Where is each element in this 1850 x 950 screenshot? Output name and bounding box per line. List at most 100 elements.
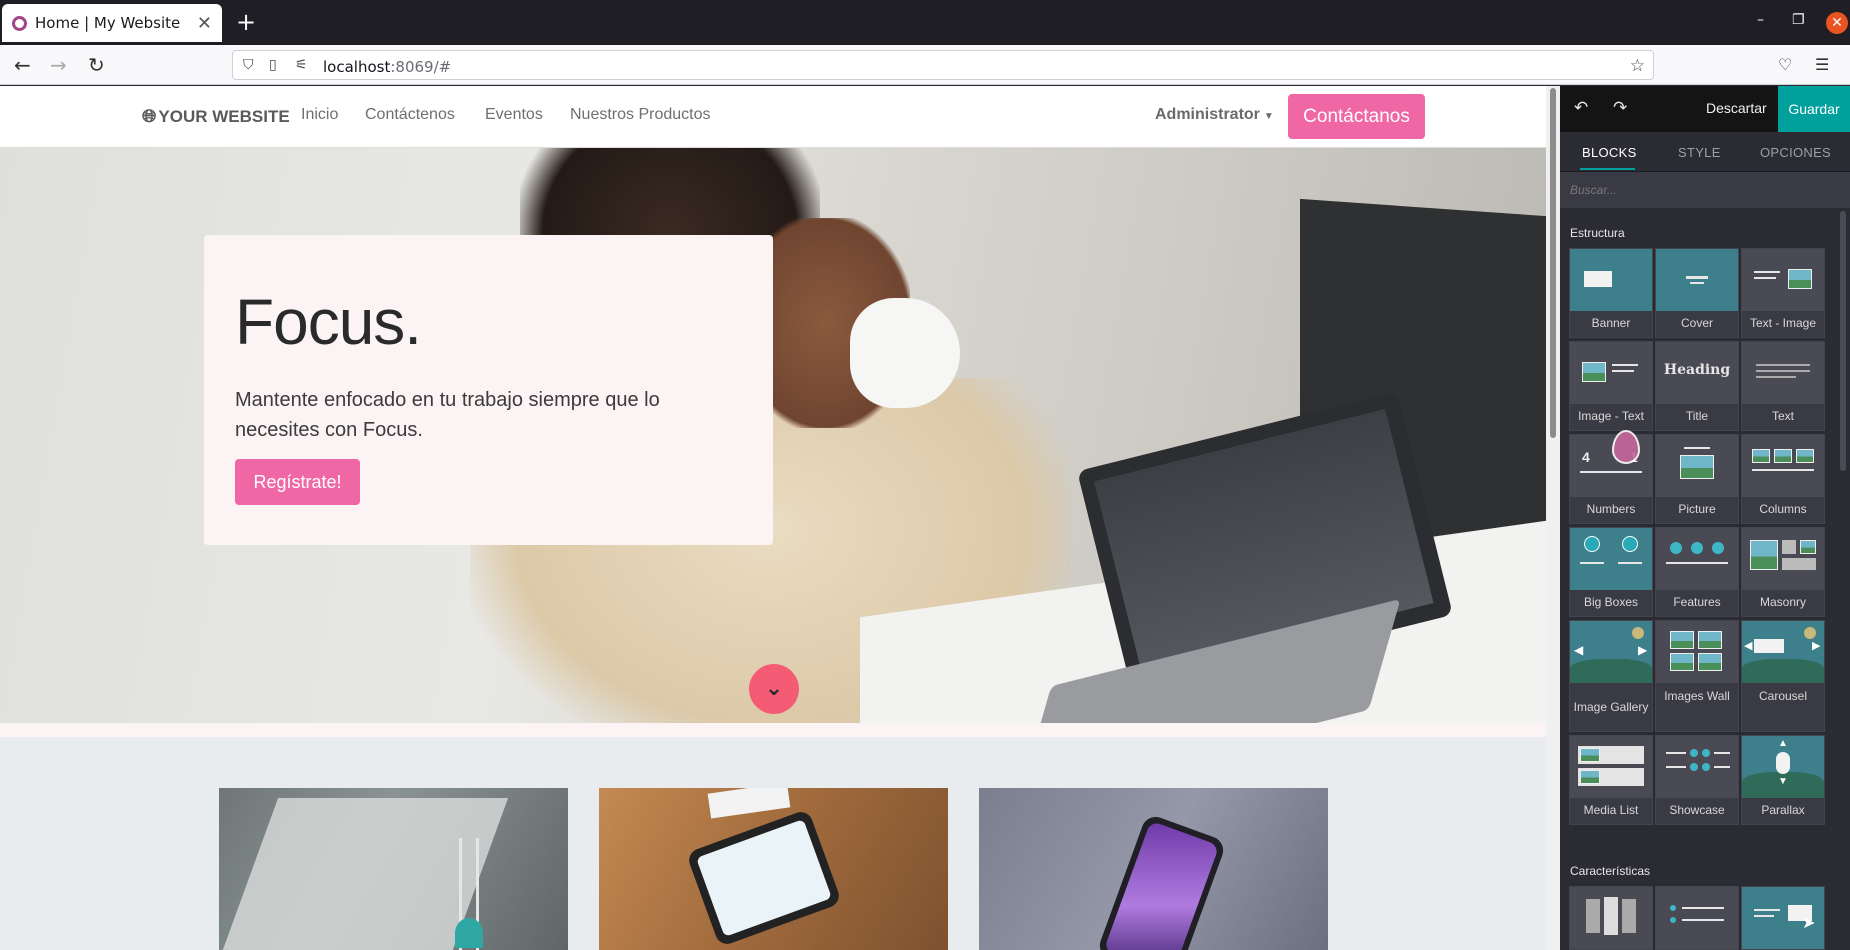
page-info-icon[interactable]: ▯ bbox=[269, 57, 277, 73]
up-arrow-icon: ▲ bbox=[1778, 738, 1788, 749]
picture-thumb-img bbox=[1680, 455, 1714, 479]
block-text[interactable]: Text bbox=[1741, 341, 1825, 431]
big-boxes-thumb-line bbox=[1580, 562, 1604, 564]
hero-title[interactable]: Focus. bbox=[235, 285, 422, 359]
block-label: Columns bbox=[1759, 502, 1807, 516]
block-images-wall[interactable]: Images Wall bbox=[1655, 620, 1739, 732]
block-features[interactable]: Features bbox=[1655, 527, 1739, 617]
odoo-favicon-icon bbox=[12, 15, 27, 31]
block-banner[interactable]: Banner bbox=[1569, 248, 1653, 338]
site-logo[interactable]: 🌐︎ YOUR WEBSITE bbox=[142, 106, 290, 127]
minimize-icon[interactable]: – bbox=[1757, 12, 1764, 28]
menu-item-nuestros-productos[interactable]: Nuestros Productos bbox=[570, 106, 711, 124]
features-block-thumb-line bbox=[1682, 907, 1724, 909]
columns-thumb-img bbox=[1774, 449, 1792, 463]
block-image-gallery[interactable]: ◀ ▶ Image Gallery bbox=[1569, 620, 1653, 732]
editor-scrollbar[interactable] bbox=[1840, 211, 1846, 471]
block-features-1[interactable] bbox=[1569, 886, 1653, 950]
shield-icon[interactable]: ⛉ bbox=[243, 57, 254, 73]
website-scrollbar-thumb[interactable] bbox=[1550, 88, 1556, 438]
menu-item-inicio[interactable]: Inicio bbox=[301, 106, 338, 124]
card-image-hourglass[interactable] bbox=[219, 788, 568, 950]
redo-icon[interactable]: ↷ bbox=[1613, 98, 1627, 118]
block-media-list[interactable]: Media List bbox=[1569, 735, 1653, 825]
columns-thumbnail bbox=[1742, 435, 1824, 497]
back-arrow-icon[interactable]: ← bbox=[14, 53, 31, 77]
browser-navigation-bar: ← → ↻ ⛉ ▯ ⚟ localhost:8069/# ☆ ♡ ☰ bbox=[0, 45, 1850, 85]
hero-text[interactable]: Mantente enfocado en tu trabajo siempre … bbox=[235, 385, 715, 445]
showcase-thumb-dot bbox=[1690, 749, 1698, 757]
block-showcase[interactable]: Showcase bbox=[1655, 735, 1739, 825]
banner-thumb-box bbox=[1584, 271, 1612, 287]
app-menu-icon[interactable]: ☰ bbox=[1815, 55, 1829, 74]
block-columns[interactable]: Columns bbox=[1741, 434, 1825, 524]
close-tab-icon[interactable]: ✕ bbox=[197, 13, 212, 34]
permissions-icon[interactable]: ⚟ bbox=[295, 57, 308, 73]
block-features-2[interactable] bbox=[1655, 886, 1739, 950]
showcase-thumb-line bbox=[1714, 766, 1730, 768]
restore-icon[interactable]: ❐ bbox=[1792, 12, 1805, 28]
admin-dropdown[interactable]: Administrator ▼ bbox=[1155, 106, 1274, 124]
block-picture[interactable]: Picture bbox=[1655, 434, 1739, 524]
block-cover[interactable]: Cover bbox=[1655, 248, 1739, 338]
carousel-thumb-box bbox=[1754, 639, 1784, 653]
hero-bg-cup bbox=[850, 298, 960, 408]
block-search-input[interactable] bbox=[1570, 180, 1840, 200]
close-window-icon[interactable]: ✕ bbox=[1826, 12, 1848, 34]
reload-icon[interactable]: ↻ bbox=[88, 53, 105, 77]
browser-tab[interactable]: Home | My Website ✕ bbox=[2, 4, 222, 42]
undo-icon[interactable]: ↶ bbox=[1574, 98, 1588, 118]
block-carousel[interactable]: ◀ ▶ Carousel bbox=[1741, 620, 1825, 732]
block-label: Numbers bbox=[1586, 502, 1636, 516]
block-text-image[interactable]: Text - Image bbox=[1741, 248, 1825, 338]
features-thumb-circle bbox=[1670, 542, 1682, 554]
cover-thumb-line bbox=[1686, 276, 1708, 279]
tab-blocks[interactable]: BLOCKS bbox=[1582, 145, 1637, 160]
tab-opciones[interactable]: OPCIONES bbox=[1760, 145, 1831, 160]
block-numbers[interactable]: 4 1 Numbers bbox=[1569, 434, 1653, 524]
forward-arrow-icon[interactable]: → bbox=[50, 53, 67, 77]
block-parallax[interactable]: ▲ ▼ Parallax bbox=[1741, 735, 1825, 825]
columns-thumb-img bbox=[1752, 449, 1770, 463]
masonry-thumbnail bbox=[1742, 528, 1824, 590]
new-tab-icon[interactable]: + bbox=[236, 8, 256, 36]
menu-item-contactenos[interactable]: Contáctenos bbox=[365, 106, 455, 124]
save-button[interactable]: Guardar bbox=[1778, 86, 1850, 132]
features-block-thumbnail bbox=[1570, 887, 1652, 949]
menu-item-eventos[interactable]: Eventos bbox=[485, 106, 543, 124]
url-text[interactable]: localhost:8069/# bbox=[323, 58, 451, 76]
masonry-thumb-img bbox=[1750, 540, 1778, 570]
block-masonry[interactable]: Masonry bbox=[1741, 527, 1825, 617]
active-tab-indicator bbox=[1580, 168, 1635, 170]
columns-thumb-img bbox=[1796, 449, 1814, 463]
caret-down-icon: ▼ bbox=[1263, 111, 1274, 122]
showcase-thumb-dot bbox=[1702, 763, 1710, 771]
block-title[interactable]: Heading Title bbox=[1655, 341, 1739, 431]
text-thumb-line bbox=[1756, 370, 1810, 372]
block-label: Showcase bbox=[1669, 803, 1725, 817]
card-image-tablet[interactable] bbox=[599, 788, 948, 950]
showcase-thumb-dot bbox=[1702, 749, 1710, 757]
scroll-down-chevron-icon[interactable]: ⌄ bbox=[749, 664, 799, 714]
card-image-phone[interactable] bbox=[979, 788, 1328, 950]
picture-thumb-line bbox=[1684, 447, 1710, 449]
address-bar[interactable]: ⛉ ▯ ⚟ localhost:8069/# ☆ bbox=[232, 50, 1654, 80]
media-list-thumbnail bbox=[1570, 736, 1652, 798]
bookmark-star-icon[interactable]: ☆ bbox=[1630, 56, 1645, 76]
media-list-thumb-img bbox=[1580, 770, 1600, 784]
big-boxes-thumb-circle bbox=[1584, 536, 1600, 552]
pocket-icon[interactable]: ♡ bbox=[1778, 55, 1792, 74]
picture-thumbnail bbox=[1656, 435, 1738, 497]
register-button[interactable]: Regístrate! bbox=[235, 459, 360, 505]
image-text-thumbnail bbox=[1570, 342, 1652, 404]
block-big-boxes[interactable]: Big Boxes bbox=[1569, 527, 1653, 617]
tab-style[interactable]: STYLE bbox=[1678, 145, 1721, 160]
discard-button[interactable]: Descartar bbox=[1706, 100, 1767, 116]
card-bg-phone-screen bbox=[1103, 820, 1220, 950]
contact-us-button[interactable]: Contáctanos bbox=[1288, 94, 1425, 139]
hero-banner[interactable]: Focus. Mantente enfocado en tu trabajo s… bbox=[0, 148, 1546, 723]
card-bg-tablet-screen bbox=[696, 819, 832, 937]
block-image-text[interactable]: Image - Text bbox=[1569, 341, 1653, 431]
features-block-thumb-line bbox=[1682, 919, 1724, 921]
website-scrollbar[interactable] bbox=[1546, 86, 1560, 950]
